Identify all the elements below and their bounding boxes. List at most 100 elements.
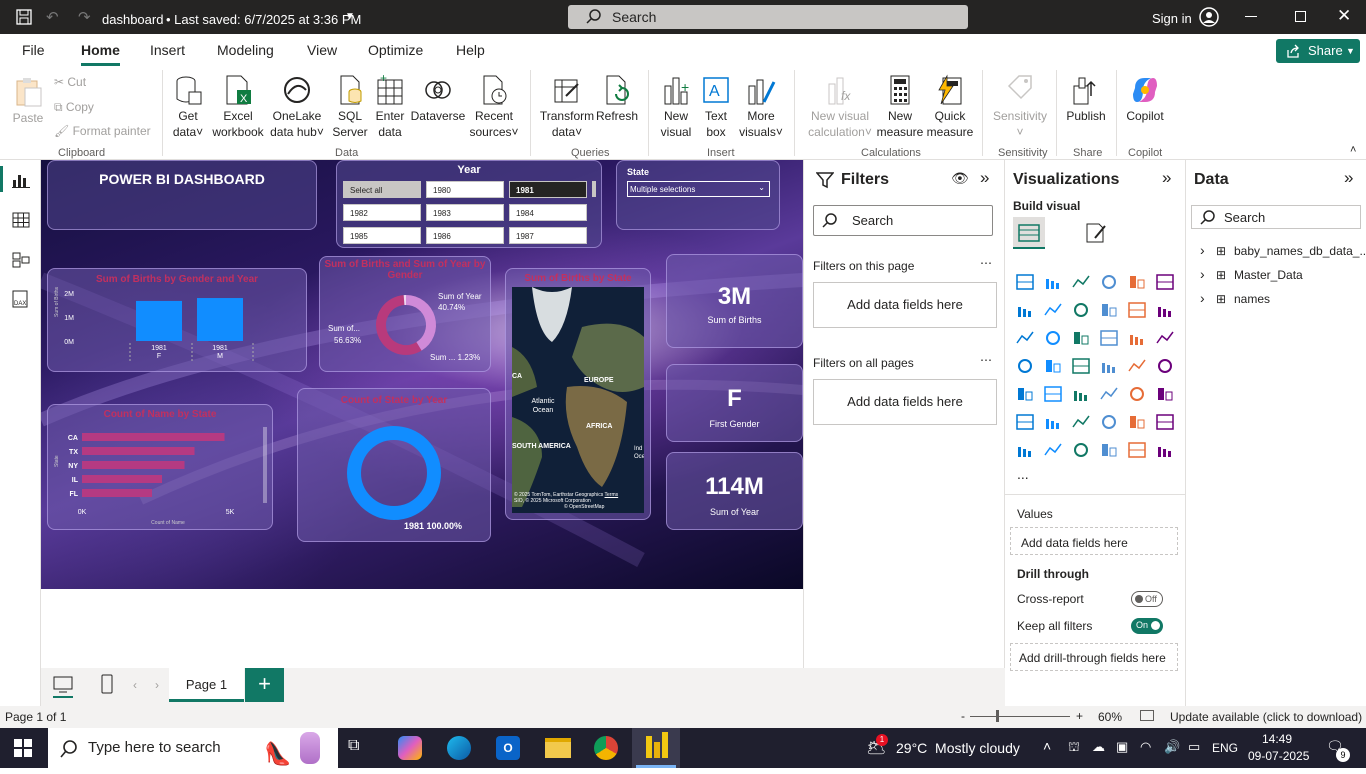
zoom-out-button[interactable]: - [961, 709, 965, 723]
kpi-sum-year[interactable]: 114M Sum of Year [666, 452, 803, 530]
clustered-bar-visual-icon[interactable] [1071, 273, 1091, 291]
decomposition-visual-icon[interactable] [1071, 413, 1091, 431]
stacked-area-visual-icon[interactable] [1071, 301, 1091, 319]
waterfall-visual-icon[interactable] [1127, 301, 1147, 319]
powerbi-taskbar-item[interactable] [632, 728, 680, 768]
year-slicer[interactable]: Year Select all1980198119821983198419851… [336, 160, 602, 248]
zoom-in-button[interactable]: + [1076, 709, 1083, 723]
gauge-visual-icon[interactable] [1127, 357, 1147, 375]
add-page-button[interactable]: + [245, 668, 284, 702]
new-measure-button[interactable]: Newmeasure [876, 74, 924, 140]
state-bar-3[interactable] [82, 475, 162, 483]
new-visual-calculation-button[interactable]: fx New visualcalculation˅ [802, 74, 878, 140]
save-icon[interactable] [16, 9, 32, 25]
clock-time[interactable]: 14:49 [1262, 732, 1292, 746]
data-table-item[interactable]: ›⊞names [1200, 290, 1366, 308]
outlook-icon[interactable]: O [496, 736, 520, 760]
chevron-right-icon[interactable]: › [1200, 290, 1216, 306]
windows-start-icon[interactable] [14, 739, 32, 757]
share-button[interactable]: Share ▼ [1276, 39, 1360, 63]
minimize-icon[interactable] [1245, 16, 1257, 17]
donut1-slice-0[interactable] [406, 300, 431, 346]
bar-1[interactable] [197, 298, 243, 341]
year-slicer-item[interactable]: 1980 [426, 181, 504, 198]
dax-query-view-icon[interactable]: DAX [11, 290, 31, 308]
battery-icon[interactable]: ▭ [1188, 739, 1200, 755]
r-visual-visual-icon[interactable] [1155, 385, 1175, 403]
update-available[interactable]: Update available (click to download) [1170, 710, 1362, 724]
collapse-filters-icon[interactable]: » [980, 168, 989, 188]
zoom-slider-thumb[interactable] [996, 710, 999, 722]
map-terms-link[interactable]: Terms [605, 492, 619, 498]
fit-page-icon[interactable] [1140, 710, 1154, 721]
next-page-icon[interactable]: › [155, 678, 159, 692]
qa-visual-icon[interactable] [1099, 413, 1119, 431]
year-slicer-item[interactable]: 1984 [509, 204, 587, 221]
mobile-layout-icon[interactable] [101, 674, 113, 694]
page-tab-1[interactable]: Page 1 [169, 668, 244, 702]
year-slicer-item[interactable]: 1987 [509, 227, 587, 244]
language-indicator[interactable]: ENG [1212, 741, 1238, 755]
custom-2-visual-icon[interactable] [1127, 441, 1147, 459]
data-table-item[interactable]: ›⊞baby_names_db_data_... [1200, 242, 1366, 260]
doc-title[interactable]: dashboard [102, 12, 163, 27]
sql-server-button[interactable]: SQLServer [330, 74, 370, 140]
state-slicer[interactable]: State Multiple selections ⌄ [616, 160, 780, 230]
redo-icon[interactable]: ↷ [78, 8, 91, 26]
chevron-up-icon[interactable]: ˄ [1043, 738, 1051, 754]
kpi-sum-births[interactable]: 3M Sum of Births [666, 254, 803, 348]
smart-narrative-visual-icon[interactable] [1127, 413, 1147, 431]
desktop-layout-icon[interactable] [53, 676, 73, 694]
more-options-icon[interactable]: ⋯ [980, 353, 992, 367]
state-bar-4[interactable] [82, 489, 152, 497]
chevron-down-icon[interactable]: ▼ [1346, 39, 1355, 63]
collapse-ribbon-icon[interactable]: ˄ [1350, 144, 1356, 156]
excel-workbook-button[interactable]: X Excelworkbook [210, 74, 266, 140]
100-column-visual-icon[interactable] [1155, 273, 1175, 291]
more-visuals-button[interactable]: Morevisuals˅ [736, 74, 786, 140]
more-options-icon[interactable]: ⋯ [980, 256, 992, 270]
prev-page-icon[interactable]: ‹ [133, 678, 137, 692]
filters-all-drop-zone[interactable]: Add data fields here [813, 379, 997, 425]
build-visual-tab[interactable] [1013, 217, 1045, 249]
collapse-data-icon[interactable]: » [1344, 168, 1353, 188]
year-slicer-item[interactable]: 1985 [343, 227, 421, 244]
format-painter-button[interactable]: 🖌 Format painter [54, 123, 151, 139]
line-column-visual-icon[interactable] [1015, 329, 1035, 347]
data-table-item[interactable]: ›⊞Master_Data [1200, 266, 1366, 284]
tab-insert[interactable]: Insert [150, 42, 185, 58]
state-dropdown[interactable]: Multiple selections ⌄ [627, 181, 770, 197]
dataverse-button[interactable]: Dataverse [410, 74, 466, 124]
task-view-icon[interactable]: ⧉ [348, 737, 359, 755]
weather-text[interactable]: 29°C Mostly cloudy [896, 740, 1020, 756]
name-by-state-chart[interactable]: Count of Name by State CATXNYILFL0K5KCou… [47, 404, 273, 530]
card-visual-icon[interactable] [1155, 357, 1175, 375]
kpi-first-gender[interactable]: F First Gender [666, 364, 803, 442]
taskbar-search-input[interactable]: Type here to search 👠 [48, 728, 338, 768]
area-visual-icon[interactable] [1043, 301, 1063, 319]
zoom-slider[interactable] [970, 716, 1070, 717]
paginated-visual-icon[interactable] [1015, 441, 1035, 459]
transform-data-button[interactable]: Transformdata˅ [538, 74, 596, 140]
tab-help[interactable]: Help [456, 42, 485, 58]
close-icon[interactable]: ✕ [1337, 6, 1351, 26]
scatter-visual-icon[interactable] [1099, 329, 1119, 347]
funnel-line-visual-icon[interactable] [1155, 301, 1175, 319]
collapse-viz-icon[interactable]: » [1162, 168, 1171, 188]
tab-home[interactable]: Home [81, 42, 120, 58]
clock-date[interactable]: 09-07-2025 [1248, 749, 1309, 763]
tray-icon-1[interactable]: ⛫ [1068, 739, 1080, 757]
donut-visual-icon[interactable] [1155, 329, 1175, 347]
drill-through-drop-zone[interactable]: Add drill-through fields here [1010, 643, 1178, 671]
quick-measure-button[interactable]: Quickmeasure [924, 74, 976, 140]
report-view-icon[interactable] [12, 172, 30, 188]
matrix-visual-icon[interactable] [1127, 385, 1147, 403]
new-visual-button[interactable]: + Newvisual [656, 74, 696, 140]
recent-sources-button[interactable]: Recentsources˅ [466, 74, 522, 140]
refresh-button[interactable]: Refresh [596, 74, 638, 124]
search-input[interactable]: Search [568, 5, 968, 29]
title-card[interactable]: POWER BI DASHBOARD [47, 160, 317, 230]
keep-filters-toggle[interactable]: On [1131, 618, 1163, 634]
eye-icon[interactable]: 👁 [951, 170, 969, 187]
values-drop-zone[interactable]: Add data fields here [1010, 527, 1178, 555]
